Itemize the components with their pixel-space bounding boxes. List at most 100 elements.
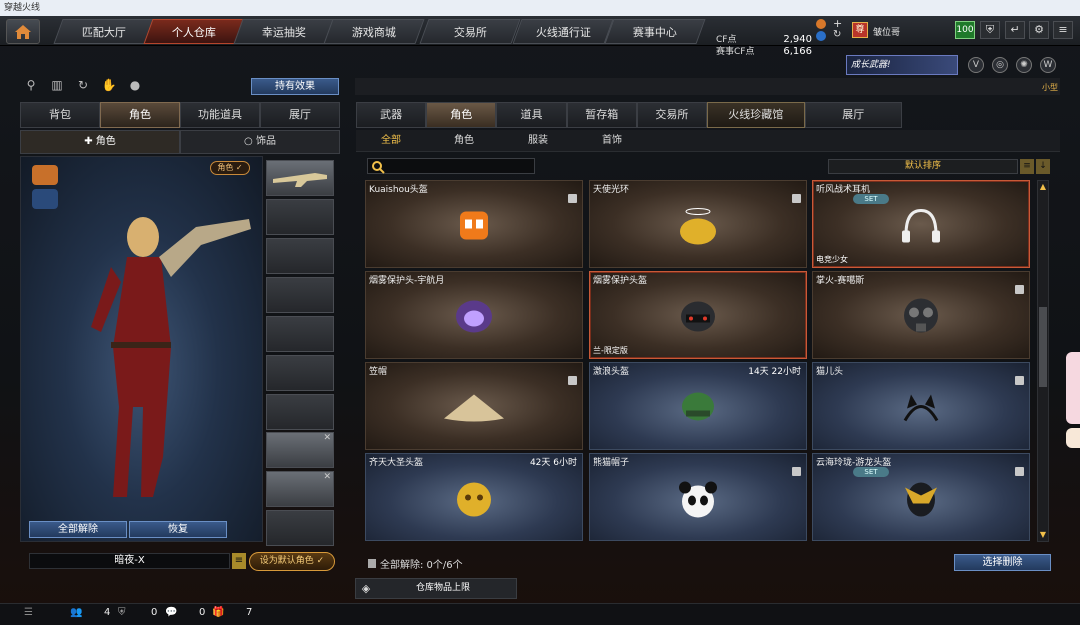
nav-tab-battle-pass[interactable]: 火线通行证 (512, 19, 614, 44)
slot-body[interactable] (266, 316, 334, 352)
settings-icon[interactable]: ⚙ (1029, 21, 1049, 39)
item-card[interactable]: 齐天大圣头盔 42天 6小时 (365, 453, 583, 541)
home-button[interactable] (6, 19, 40, 44)
side-widget[interactable] (1066, 352, 1080, 424)
scroll-down-icon[interactable]: ▼ (1038, 530, 1048, 540)
filter-jewelry[interactable]: 首饰 (587, 130, 637, 152)
restore-button[interactable]: 恢复 (129, 521, 227, 538)
rotate-icon[interactable]: ↻ (74, 78, 92, 94)
tab-items[interactable]: 道具 (496, 102, 567, 128)
egg-icon[interactable]: ● (126, 78, 144, 94)
item-tag: 兰-限定版 (593, 346, 628, 355)
grid-scrollbar[interactable]: ▲ ▼ (1037, 180, 1049, 542)
accessory-type-icon[interactable] (32, 189, 58, 209)
sort-dropdown[interactable]: 默认排序 (828, 159, 1018, 174)
item-card[interactable]: 天使光环 (589, 180, 807, 268)
character-name-field[interactable]: 暗夜-X (29, 553, 230, 569)
filter-all[interactable]: 全部 (366, 130, 416, 152)
home-icon (15, 24, 31, 39)
slot-legs[interactable] (266, 394, 334, 430)
subtab-character[interactable]: ✚ 角色 (20, 130, 180, 154)
filter-clothing[interactable]: 服装 (513, 130, 563, 152)
item-card[interactable]: 激浪头盔 14天 22小时 (589, 362, 807, 450)
item-card[interactable]: Kuaishou头盔 (365, 180, 583, 268)
item-card[interactable]: 烟雾保护头盔 兰-限定版 (589, 271, 807, 359)
item-card[interactable]: 云海玲珑-游龙头盔 SET (812, 453, 1030, 541)
wing-icon[interactable]: W (1040, 57, 1056, 73)
nav-tab-shop[interactable]: 游戏商城 (323, 19, 425, 44)
exit-icon[interactable]: ↵ (1005, 21, 1025, 39)
remove-icon[interactable]: ✕ (323, 472, 331, 482)
item-time: 42天 6小时 (529, 458, 577, 468)
item-card[interactable]: 熊猫帽子 (589, 453, 807, 541)
nav-tab-exchange[interactable]: 交易所 (419, 19, 521, 44)
character-preview[interactable] (20, 156, 263, 542)
tab-collection[interactable]: 火线珍藏馆 (707, 102, 805, 128)
search-input[interactable] (367, 158, 535, 174)
slot-face[interactable] (266, 238, 334, 274)
tab-showroom[interactable]: 展厅 (260, 102, 340, 128)
nav-tab-lucky-draw[interactable]: 幸运抽奖 (233, 19, 335, 44)
slot-extra[interactable] (266, 510, 334, 546)
side-widget-2[interactable] (1066, 428, 1080, 448)
slot-backpack[interactable] (266, 277, 334, 313)
select-delete-button[interactable]: 选择删除 (954, 554, 1051, 571)
scroll-thumb[interactable] (1039, 307, 1047, 387)
item-card[interactable]: 掌火-赛噶斯 (812, 271, 1030, 359)
slot-head[interactable] (266, 199, 334, 235)
tab-weapons[interactable]: 武器 (356, 102, 427, 128)
item-card[interactable]: 听风战术耳机 SET 电竞少女 (812, 180, 1030, 268)
chat-icon[interactable]: 💬 (165, 607, 177, 618)
window-title: 穿越火线 (0, 0, 1080, 16)
menu-icon[interactable]: ≡ (1053, 21, 1073, 39)
off-toggle-icon[interactable]: ⚲ (22, 78, 40, 94)
pose-icon[interactable]: ✋ (100, 78, 118, 94)
tab-storage[interactable]: 暂存箱 (566, 102, 637, 128)
subtab-accessory[interactable]: ○ 饰品 (180, 130, 340, 154)
storage-limit-bar[interactable]: ◈ 仓库物品上限 (355, 578, 517, 599)
refresh-icon[interactable]: ↻ (833, 29, 841, 40)
item-card[interactable]: 猫儿头 (812, 362, 1030, 450)
slot-pet-2[interactable]: ✕ (266, 471, 334, 507)
tab-functional-items[interactable]: 功能道具 (180, 102, 260, 128)
set-default-character-button[interactable]: 设为默认角色 ✓ (249, 552, 335, 571)
held-effect-button[interactable]: 持有效果 (251, 78, 339, 95)
level-badge[interactable]: 100 (955, 21, 975, 39)
sort-direction-icon[interactable]: ↓ (1036, 159, 1050, 174)
item-name: 激浪头盔 (593, 367, 630, 377)
rank-badge[interactable]: 尊 (852, 22, 868, 38)
slot-pet[interactable]: ✕ (266, 432, 334, 468)
stats-icon[interactable]: ▥ (48, 78, 66, 94)
tab-showroom-right[interactable]: 展厅 (804, 102, 902, 128)
slot-weapon[interactable] (266, 160, 334, 196)
remove-icon[interactable]: ✕ (323, 433, 331, 443)
tab-exchange[interactable]: 交易所 (636, 102, 708, 128)
top-nav: 匹配大厅 个人仓库 幸运抽奖 游戏商城 交易所 火线通行证 赛事中心 CF点 赛… (0, 16, 1080, 57)
tab-characters[interactable]: 角色 (426, 102, 497, 128)
tab-backpack[interactable]: 背包 (20, 102, 100, 128)
helmet-icon (452, 297, 496, 340)
nav-tab-inventory[interactable]: 个人仓库 (143, 19, 245, 44)
vip-icon[interactable]: V (968, 57, 984, 73)
list-icon[interactable]: ≡ (232, 553, 246, 569)
item-card[interactable]: 笠帽 (365, 362, 583, 450)
promo-banner[interactable]: 成长武器! (846, 55, 958, 75)
unequip-all-button[interactable]: 全部解除 (29, 521, 127, 538)
role-type-icon[interactable] (32, 165, 58, 185)
shield-icon[interactable]: ⛨ (980, 21, 1000, 39)
guild-icon[interactable]: ⛨ (118, 607, 126, 618)
filter-character[interactable]: 角色 (439, 130, 489, 152)
nav-tab-match-lobby[interactable]: 匹配大厅 (53, 19, 155, 44)
list-view-icon[interactable]: ≡ (1020, 159, 1034, 174)
slot-vest[interactable] (266, 355, 334, 391)
nav-tab-events[interactable]: 赛事中心 (604, 19, 706, 44)
gear-badge-icon[interactable]: ✺ (1016, 57, 1032, 73)
scroll-up-icon[interactable]: ▲ (1038, 182, 1048, 192)
role-equipped-badge[interactable]: 角色 ✓ (210, 161, 250, 175)
friends-icon[interactable]: 👥 (70, 607, 82, 618)
item-card[interactable]: 烟雾保护头-宇航月 (365, 271, 583, 359)
gift-icon[interactable]: 🎁 (212, 607, 224, 618)
tab-character[interactable]: 角色 (100, 102, 180, 128)
menu-list-icon[interactable]: ☰ (24, 607, 33, 618)
target-icon[interactable]: ◎ (992, 57, 1008, 73)
